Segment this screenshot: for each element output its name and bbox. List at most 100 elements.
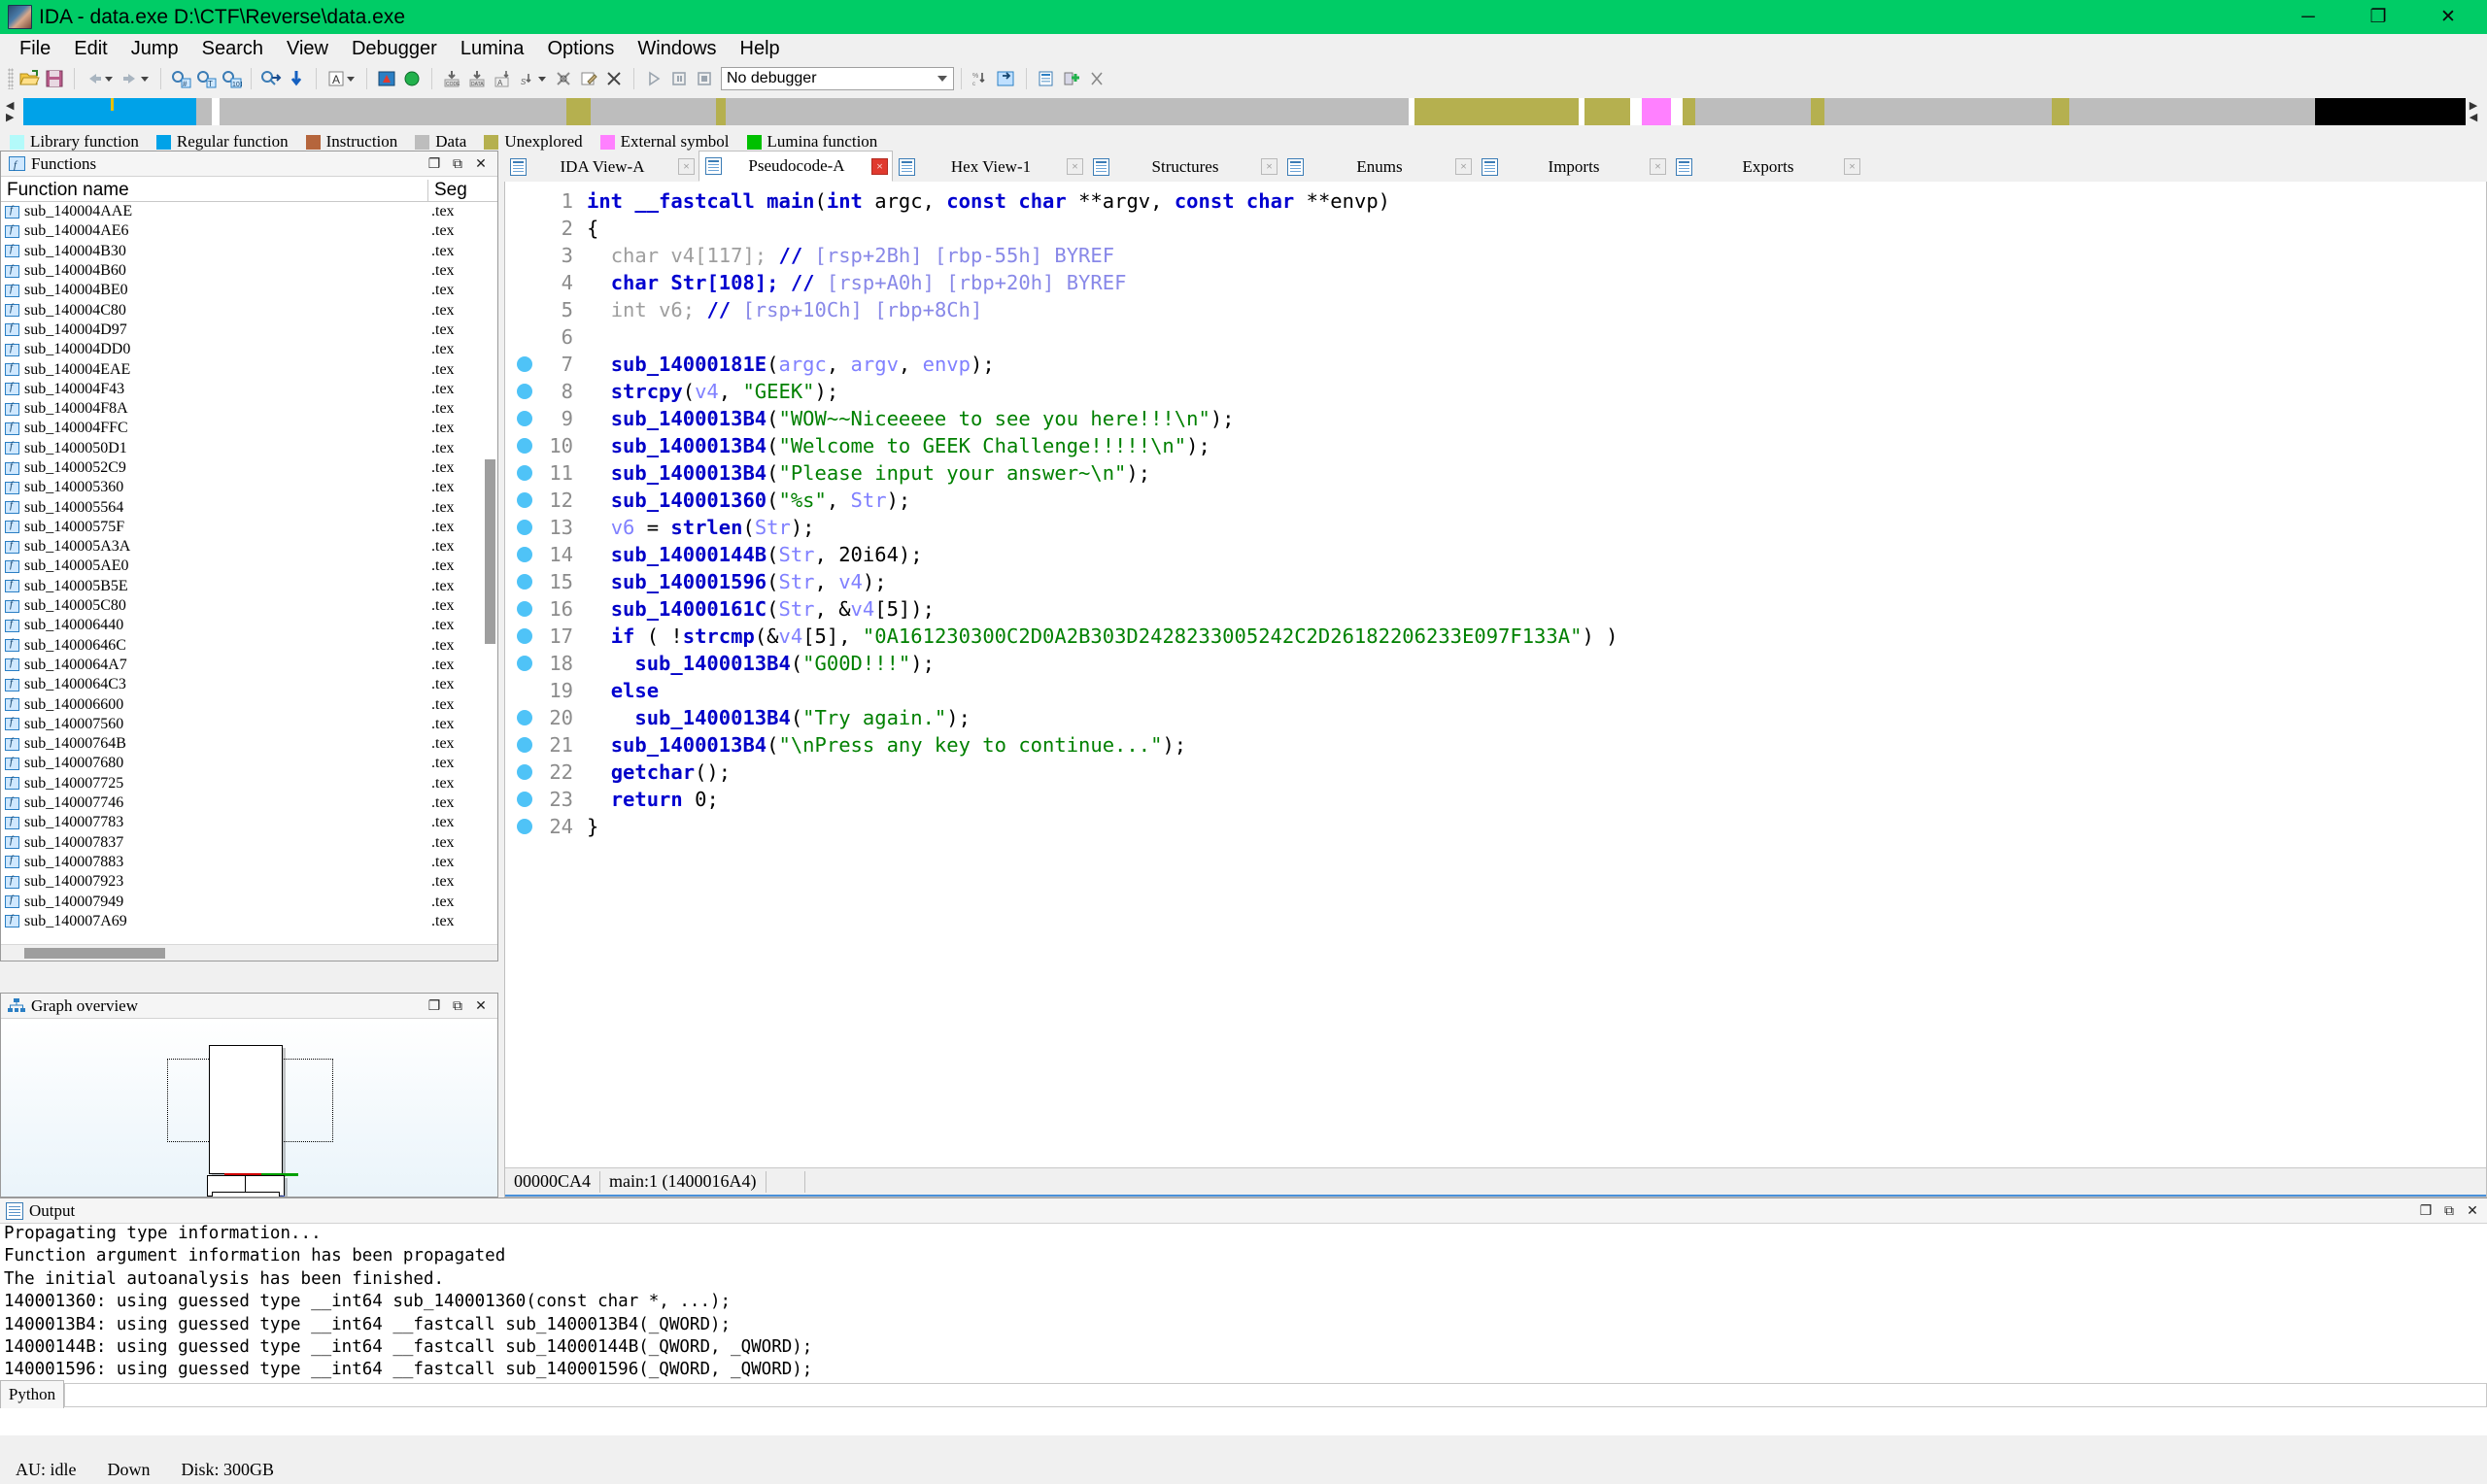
function-list-row[interactable]: sub_140007837.tex <box>1 833 497 853</box>
minimize-button[interactable]: ─ <box>2273 0 2343 34</box>
graph-overview-body[interactable] <box>1 1019 497 1197</box>
function-list-row[interactable]: sub_140005C80.tex <box>1 596 497 616</box>
breakpoint-marker-icon[interactable] <box>517 547 532 562</box>
open-file-icon[interactable] <box>17 66 42 91</box>
menu-view[interactable]: View <box>275 35 340 63</box>
function-list-row[interactable]: sub_140007A69.tex <box>1 912 497 931</box>
function-list-row[interactable]: sub_140005564.tex <box>1 497 497 517</box>
pause-icon[interactable] <box>666 66 692 91</box>
tab-hex-view-1[interactable]: Hex View-1 × <box>893 152 1087 182</box>
pseudocode-line[interactable]: 23 return 0; <box>505 786 2486 813</box>
pseudocode-line[interactable]: 17 if ( !strcmp(&v4[5], "0A161230300C2D0… <box>505 623 2486 650</box>
pseudocode-line[interactable]: 19 else <box>505 677 2486 704</box>
pseudocode-line[interactable]: 15 sub_140001596(Str, v4); <box>505 568 2486 595</box>
tab-close-icon[interactable]: × <box>678 158 695 175</box>
tab-ida-view-a[interactable]: IDA View-A × <box>504 152 698 182</box>
function-list-row[interactable]: sub_140007923.tex <box>1 872 497 892</box>
function-list-row[interactable]: sub_140004F8A.tex <box>1 399 497 419</box>
save-icon[interactable] <box>42 66 67 91</box>
menu-debugger[interactable]: Debugger <box>340 35 449 63</box>
function-list-row[interactable]: sub_140004BE0.tex <box>1 281 497 300</box>
functions-close-button[interactable]: ✕ <box>470 154 492 174</box>
pseudocode-line[interactable]: 12 sub_140001360("%s", Str); <box>505 487 2486 514</box>
forward-arrow-icon[interactable] <box>118 66 143 91</box>
menu-help[interactable]: Help <box>729 35 792 63</box>
graph-restore-button[interactable]: ❐ <box>424 996 445 1016</box>
function-list-row[interactable]: sub_140005B5E.tex <box>1 577 497 596</box>
function-list-row[interactable]: sub_140004FFC.tex <box>1 419 497 438</box>
pseudocode-line[interactable]: 8 strcpy(v4, "GEEK"); <box>505 378 2486 405</box>
menu-jump[interactable]: Jump <box>119 35 190 63</box>
breakpoint-marker-icon[interactable] <box>517 628 532 644</box>
breakpoint-marker-icon[interactable] <box>517 819 532 834</box>
breakpoint-marker-icon[interactable] <box>517 438 532 454</box>
pseudocode-text[interactable]: 1 int __fastcall main(int argc, const cha… <box>505 182 2486 1167</box>
warning-icon[interactable] <box>374 66 399 91</box>
breakpoint-marker-icon[interactable] <box>517 492 532 508</box>
pseudocode-line[interactable]: 20 sub_1400013B4("Try again."); <box>505 704 2486 731</box>
pseudocode-line[interactable]: 3 char v4[117]; // [rsp+2Bh] [rbp-55h] B… <box>505 242 2486 269</box>
pseudocode-line[interactable]: 13 v6 = strlen(Str); <box>505 514 2486 541</box>
output-restore-button[interactable]: ❐ <box>2415 1201 2436 1221</box>
function-list-row[interactable]: sub_140004EAE.tex <box>1 359 497 379</box>
toolbar-grip[interactable] <box>8 68 14 89</box>
function-list-row[interactable]: sub_1400050D1.tex <box>1 439 497 458</box>
function-list-row[interactable]: sub_1400064C3.tex <box>1 675 497 694</box>
output-float-button[interactable]: ⧉ <box>2438 1201 2460 1221</box>
tab-pseudocode-a[interactable]: Pseudocode-A × <box>698 151 893 182</box>
output-log[interactable]: Propagating type information... Function … <box>0 1224 2487 1387</box>
tab-imports[interactable]: Imports × <box>1476 152 1670 182</box>
menu-lumina[interactable]: Lumina <box>449 35 536 63</box>
function-list-row[interactable]: sub_140004C80.tex <box>1 300 497 320</box>
tab-close-icon[interactable]: × <box>1261 158 1278 175</box>
stop-icon[interactable] <box>692 66 717 91</box>
edit-func-icon[interactable] <box>576 66 601 91</box>
tab-exports[interactable]: Exports × <box>1670 152 1864 182</box>
run-icon[interactable] <box>641 66 666 91</box>
function-list-row[interactable]: sub_140007680.tex <box>1 754 497 773</box>
jump-to-icon[interactable] <box>258 66 284 91</box>
menu-edit[interactable]: Edit <box>62 35 119 63</box>
output-close-button[interactable]: ✕ <box>2462 1201 2483 1221</box>
function-list-row[interactable]: sub_14000764B.tex <box>1 734 497 754</box>
column-segment[interactable]: Seg <box>427 180 497 201</box>
function-list-row[interactable]: sub_140005AE0.tex <box>1 556 497 576</box>
breakpoint-marker-icon[interactable] <box>517 601 532 617</box>
function-list-row[interactable]: sub_140007725.tex <box>1 774 497 793</box>
column-function-name[interactable]: Function name <box>1 180 427 201</box>
make-array-icon[interactable]: A <box>490 66 515 91</box>
search-text-icon[interactable]: T <box>193 66 219 91</box>
function-list-row[interactable]: sub_140007883.tex <box>1 853 497 872</box>
pseudocode-line[interactable]: 21 sub_1400013B4("\nPress any key to con… <box>505 731 2486 759</box>
function-list-row[interactable]: sub_14000646C.tex <box>1 636 497 656</box>
tab-close-icon[interactable]: × <box>1650 158 1666 175</box>
pseudocode-line[interactable]: 22 getchar(); <box>505 759 2486 786</box>
make-struct-icon[interactable]: s <box>515 66 540 91</box>
maximize-button[interactable]: ❐ <box>2343 0 2413 34</box>
function-list-row[interactable]: sub_1400064A7.tex <box>1 656 497 675</box>
tab-close-icon[interactable]: × <box>1455 158 1472 175</box>
breakpoint-marker-icon[interactable] <box>517 411 532 426</box>
breakpoint-marker-icon[interactable] <box>517 574 532 590</box>
functions-hscroll-thumb[interactable] <box>24 948 165 959</box>
pseudocode-line[interactable]: 14 sub_14000144B(Str, 20i64); <box>505 541 2486 568</box>
pseudocode-line[interactable]: 1 int __fastcall main(int argc, const cha… <box>505 187 2486 215</box>
breakpoint-marker-icon[interactable] <box>517 710 532 725</box>
pseudocode-line[interactable]: 5 int v6; // [rsp+10Ch] [rbp+8Ch] <box>505 296 2486 323</box>
jump-down-icon[interactable] <box>284 66 309 91</box>
breakpoint-marker-icon[interactable] <box>517 384 532 399</box>
function-list-row[interactable]: sub_140004AE6.tex <box>1 221 497 241</box>
function-list-row[interactable]: sub_140004B60.tex <box>1 261 497 281</box>
functions-float-button[interactable]: ⧉ <box>447 154 468 174</box>
nav-left-arrows[interactable]: ◀ ▶ <box>6 100 23 122</box>
ok-icon[interactable] <box>399 66 425 91</box>
delete-icon[interactable] <box>601 66 627 91</box>
breakpoint-marker-icon[interactable] <box>517 356 532 372</box>
cancel-icon[interactable] <box>1084 66 1109 91</box>
close-button[interactable]: ✕ <box>2413 0 2483 34</box>
pseudocode-line[interactable]: 2{ <box>505 215 2486 242</box>
options-icon[interactable] <box>1034 66 1059 91</box>
pseudocode-line[interactable]: 9 sub_1400013B4("WOW~~Niceeeee to see yo… <box>505 405 2486 432</box>
pseudocode-line[interactable]: 7 sub_14000181E(argc, argv, envp); <box>505 351 2486 378</box>
undefine-icon[interactable] <box>551 66 576 91</box>
